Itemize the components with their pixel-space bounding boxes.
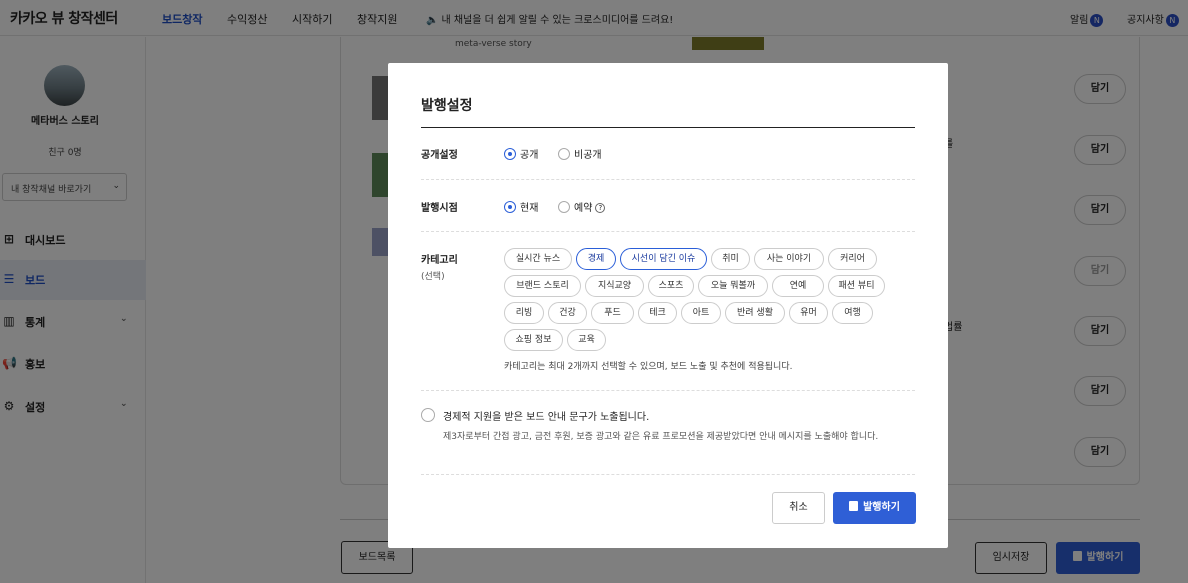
category-chip[interactable]: 브랜드 스토리 (504, 275, 581, 297)
category-note: 카테고리는 최대 2개까지 선택할 수 있으며, 보드 노출 및 추천에 적용됩… (504, 362, 793, 372)
visibility-label: 공개설정 (421, 150, 458, 161)
divider (421, 179, 915, 180)
category-chip[interactable]: 유머 (789, 302, 828, 324)
category-chip[interactable]: 시선이 담긴 이슈 (620, 248, 707, 270)
radio-button-icon (558, 201, 570, 213)
modal-publish-button[interactable]: 발행하기 (833, 492, 916, 524)
category-chip[interactable]: 리빙 (504, 302, 544, 324)
radio-button-icon (504, 148, 516, 160)
modal-title: 발행설정 (421, 98, 473, 114)
category-chip[interactable]: 취미 (711, 248, 750, 270)
radio-now[interactable]: 현재 (504, 199, 538, 214)
help-icon[interactable]: ? (595, 203, 606, 213)
divider (421, 390, 915, 391)
radio-private[interactable]: 비공개 (558, 146, 602, 161)
category-chip[interactable]: 스포츠 (648, 275, 694, 297)
category-chip[interactable]: 건강 (548, 302, 587, 324)
category-label: 카테고리 (421, 255, 458, 266)
category-chip[interactable]: 쇼핑 정보 (504, 329, 563, 351)
document-icon (849, 501, 859, 511)
radio-button-icon (504, 201, 516, 213)
publish-settings-modal: 발행설정 공개설정 공개 비공개 발행시점 현재 예약? 카테고리 (선택) 실… (388, 63, 948, 548)
category-chip[interactable]: 교육 (567, 329, 606, 351)
radio-schedule[interactable]: 예약? (558, 199, 606, 214)
category-optional-label: (선택) (421, 272, 445, 282)
publish-time-label: 발행시점 (421, 203, 458, 214)
category-chip[interactable]: 오늘 뭐볼까 (698, 275, 768, 297)
category-chip[interactable]: 경제 (576, 248, 616, 270)
category-chip[interactable]: 패션 뷰티 (828, 275, 885, 297)
cancel-button[interactable]: 취소 (772, 492, 825, 524)
category-chip[interactable]: 푸드 (591, 302, 634, 324)
category-chip[interactable]: 커리어 (828, 248, 877, 270)
category-chip[interactable]: 지식교양 (585, 275, 644, 297)
divider (421, 127, 915, 128)
radio-label: 예약 (574, 203, 593, 214)
divider (421, 474, 915, 475)
category-chip[interactable]: 사는 이야기 (754, 248, 824, 270)
modal-publish-button-label: 발행하기 (863, 502, 900, 513)
economic-support-desc: 제3자로부터 간접 광고, 금전 후원, 보증 광고와 같은 유료 프로모션을 … (443, 432, 879, 442)
economic-support-title: 경제적 지원을 받은 보드 안내 문구가 노출됩니다. (443, 412, 650, 423)
radio-label: 현재 (520, 203, 539, 214)
economic-support-checkbox[interactable] (421, 408, 435, 422)
category-chip[interactable]: 실시간 뉴스 (504, 248, 572, 270)
category-chip[interactable]: 테크 (638, 302, 677, 324)
category-chip[interactable]: 아트 (681, 302, 721, 324)
category-chip[interactable]: 연예 (772, 275, 824, 297)
radio-button-icon (558, 148, 570, 160)
radio-label: 공개 (520, 150, 539, 161)
radio-label: 비공개 (574, 150, 602, 161)
divider (421, 231, 915, 232)
category-chip[interactable]: 여행 (832, 302, 873, 324)
radio-public[interactable]: 공개 (504, 146, 538, 161)
category-chip[interactable]: 반려 생활 (725, 302, 785, 324)
